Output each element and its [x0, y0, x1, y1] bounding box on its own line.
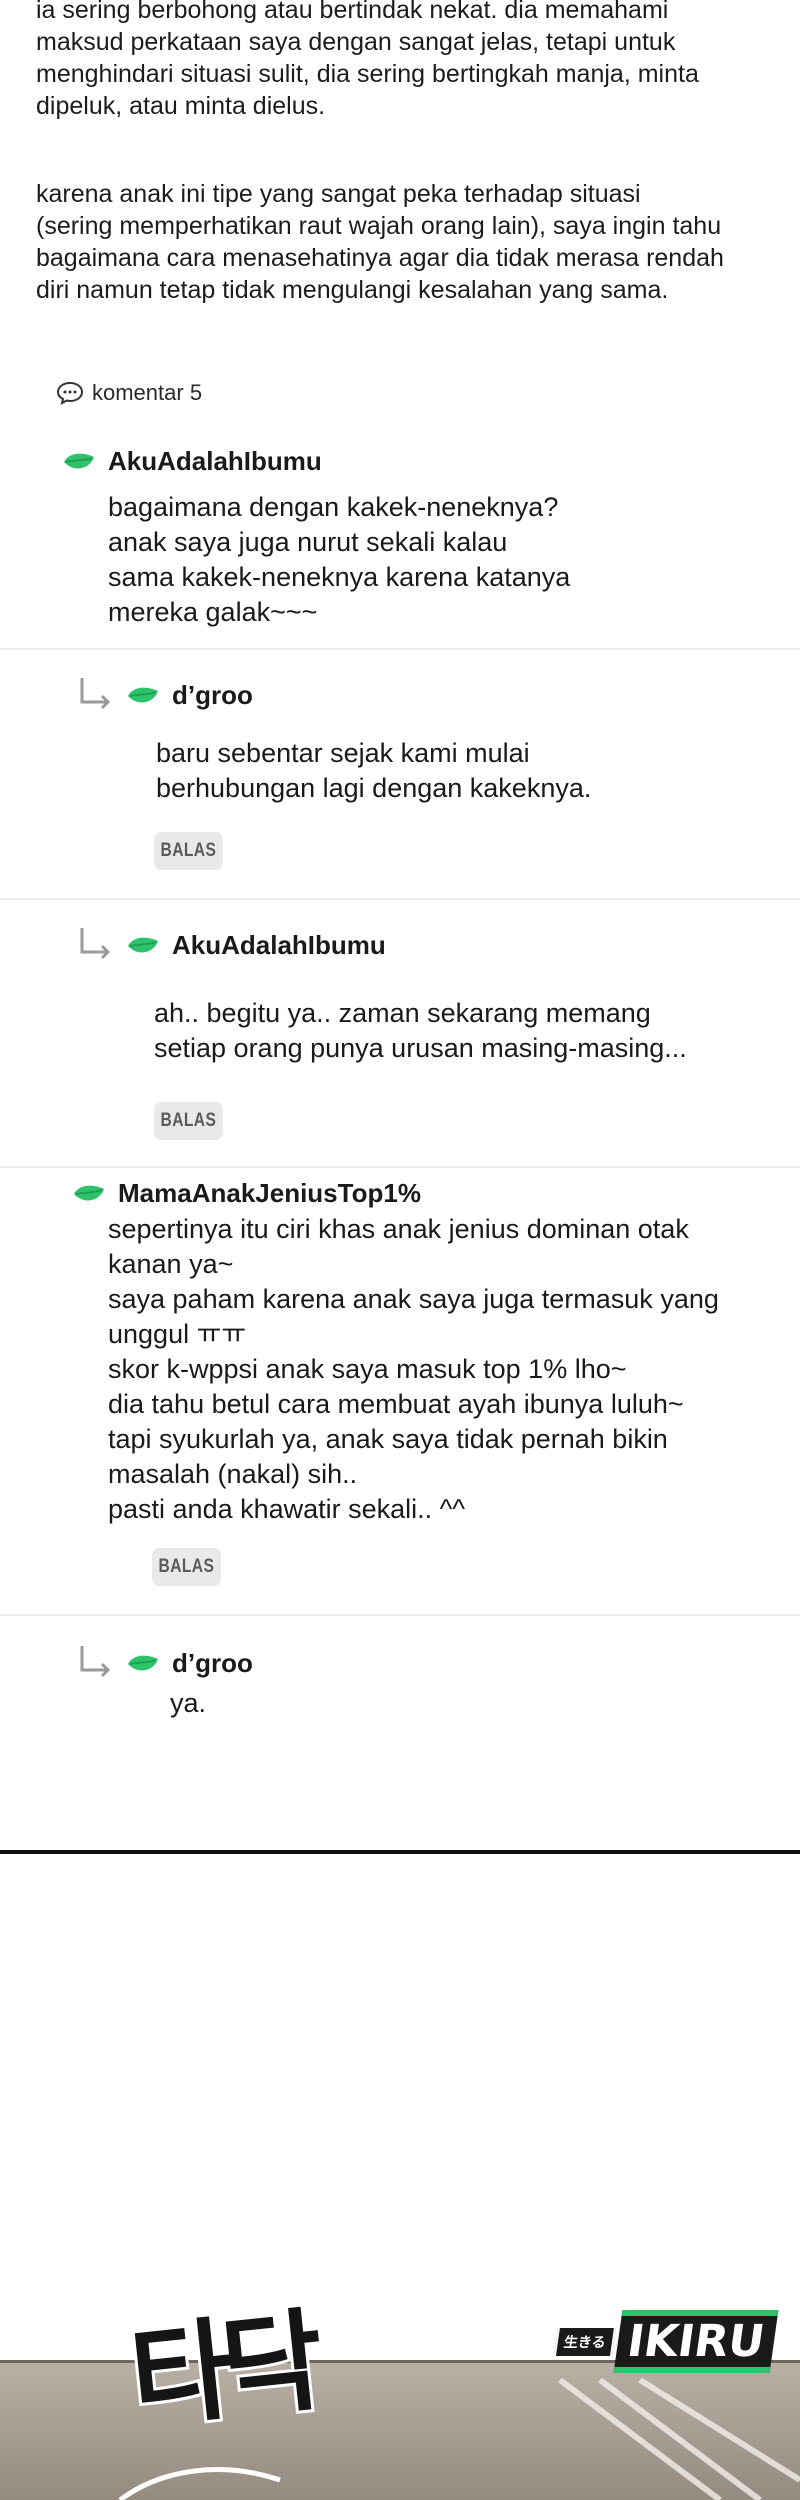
comment-line: ah.. begitu ya.. zaman sekarang memang: [154, 998, 651, 1028]
comment-count-label: komentar 5: [92, 380, 203, 405]
logo: 生きる IKIRU: [552, 2310, 779, 2373]
author-name: d’groo: [172, 680, 253, 710]
sound-effect: 타닥: [122, 2294, 323, 2446]
panel-divider: [0, 1850, 800, 1854]
comment-line: kanan ya~: [108, 1249, 234, 1279]
logo-main: IKIRU: [613, 2310, 779, 2373]
post-line: ia sering berbohong atau bertindak nekat…: [36, 0, 669, 24]
comment-line: baru sebentar sejak kami mulai: [156, 738, 530, 768]
post-line: bagaimana cara menasehatinya agar dia ti…: [36, 244, 724, 272]
comment-body: sepertinya itu ciri khas anak jenius dom…: [108, 1212, 719, 1527]
comment-body: ya.: [170, 1686, 206, 1721]
comment-line: bagaimana dengan kakek-neneknya?: [108, 492, 559, 522]
comment-body: ah.. begitu ya.. zaman sekarang memang s…: [154, 996, 687, 1066]
comment-line: mereka galak~~~: [108, 597, 318, 627]
comment-line: skor k-wppsi anak saya masuk top 1% lho~: [108, 1354, 627, 1384]
comment-line: sepertinya itu ciri khas anak jenius dom…: [108, 1214, 689, 1244]
comment-line: setiap orang punya urusan masing-masing.…: [154, 1033, 687, 1063]
comment-line: anak saya juga nurut sekali kalau: [108, 527, 508, 557]
logo-small: 生きる: [553, 2325, 616, 2358]
comment-author[interactable]: MamaAnakJeniusTop1%: [72, 1178, 421, 1209]
comment-line: ya.: [170, 1688, 207, 1718]
leaf-avatar-icon: [128, 1655, 158, 1670]
comment-body: baru sebentar sejak kami mulai berhubung…: [156, 736, 591, 806]
comment-line: unggul ㅠㅠ: [108, 1319, 247, 1349]
comic-panel: 타닥 生きる IKIRU: [0, 2280, 800, 2500]
post-line: (sering memperhatikan raut wajah orang l…: [36, 212, 722, 240]
comment-line: tapi syukurlah ya, anak saya tidak perna…: [108, 1424, 668, 1454]
comment-author[interactable]: d’groo: [126, 680, 253, 711]
separator: [0, 1614, 800, 1616]
post-line: menghindari situasi sulit, dia sering be…: [36, 60, 699, 88]
author-name: d’groo: [172, 1648, 253, 1678]
leaf-avatar-icon: [74, 1185, 104, 1200]
leaf-avatar-icon: [64, 453, 94, 468]
post-paragraph-2: karena anak ini tipe yang sangat peka te…: [36, 178, 776, 306]
comment-line: sama kakek-neneknya karena katanya: [108, 562, 571, 592]
comment-author[interactable]: AkuAdalahIbumu: [62, 446, 322, 477]
reply-arrow-icon: [80, 1646, 111, 1678]
separator: [0, 1166, 800, 1168]
comment-author[interactable]: d’groo: [126, 1648, 253, 1679]
reply-button[interactable]: BALAS: [152, 1548, 221, 1586]
comment-line: berhubungan lagi dengan kakeknya.: [156, 773, 592, 803]
reply-arrow-icon: [80, 928, 111, 960]
post-line: karena anak ini tipe yang sangat peka te…: [36, 180, 641, 208]
comment-line: masalah (nakal) sih..: [108, 1459, 358, 1489]
post-line: diri namun tetap tidak mengulangi kesala…: [36, 276, 669, 304]
speech-bubble-icon: [56, 381, 84, 405]
leaf-avatar-icon: [128, 687, 158, 702]
author-name: AkuAdalahIbumu: [108, 446, 322, 476]
separator: [0, 898, 800, 900]
reply-button[interactable]: BALAS: [154, 1102, 223, 1140]
comments-header[interactable]: komentar 5: [56, 380, 202, 406]
comment-line: dia tahu betul cara membuat ayah ibunya …: [108, 1389, 684, 1419]
author-name: AkuAdalahIbumu: [172, 930, 386, 960]
author-name: MamaAnakJeniusTop1%: [118, 1178, 421, 1208]
comment-line: saya paham karena anak saya juga termasu…: [108, 1284, 719, 1314]
comment-line: pasti anda khawatir sekali.. ^^: [108, 1494, 466, 1524]
reply-button[interactable]: BALAS: [154, 832, 223, 870]
post-line: dipeluk, atau minta dielus.: [36, 92, 326, 120]
separator: [0, 648, 800, 650]
post-line: maksud perkataan saya dengan sangat jela…: [36, 28, 676, 56]
post-paragraph-1: ia sering berbohong atau bertindak nekat…: [36, 0, 776, 122]
comment-author[interactable]: AkuAdalahIbumu: [126, 930, 386, 961]
reply-arrow-icon: [80, 678, 111, 710]
leaf-avatar-icon: [128, 937, 158, 952]
comment-body: bagaimana dengan kakek-neneknya? anak sa…: [108, 490, 570, 630]
